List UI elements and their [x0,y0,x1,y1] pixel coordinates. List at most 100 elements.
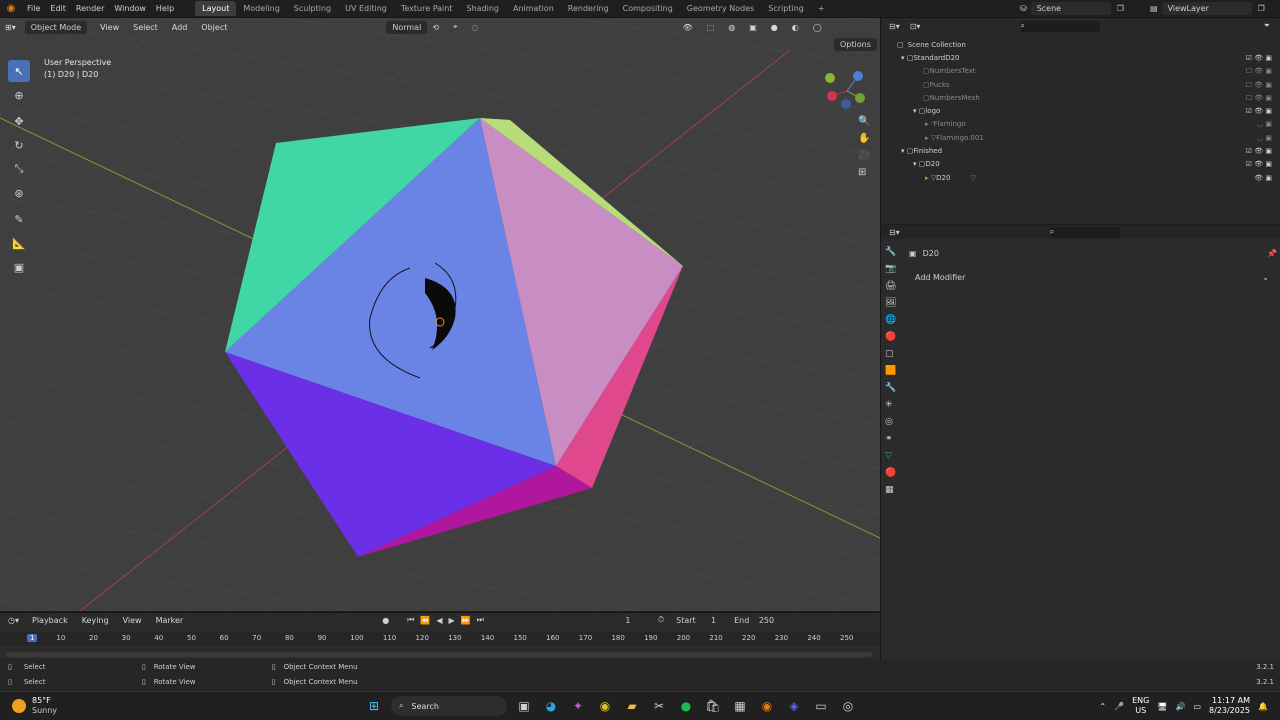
language-indicator[interactable]: ENG US [1132,696,1149,716]
object-tab-icon[interactable]: 🟧 [885,366,896,376]
copy-scene-icon[interactable]: ❐ [1117,4,1124,13]
tree-row-flamingo[interactable]: ▸ ◜ Flamingo ◡ ▣ [881,118,1280,131]
copy-viewlayer-icon[interactable]: ❐ [1258,4,1265,13]
snipping-tool-icon[interactable]: ✂ [649,696,669,716]
transform-orientation-dropdown[interactable]: Normal [386,20,428,34]
tree-row-flamingo-001[interactable]: ▸ ▽ Flamingo.001 ◡ ▣ [881,131,1280,144]
shading-solid-icon[interactable]: ● [766,22,783,33]
record-icon[interactable]: ● [382,616,389,625]
edge-icon[interactable]: ◕ [541,696,561,716]
overlays-icon[interactable]: ◍ [723,22,740,33]
viewlayer-name-field[interactable]: ViewLayer [1161,2,1252,15]
add-cube-tool-icon[interactable]: ▣ [8,256,30,278]
tree-row-finished[interactable]: ▾ ▢ Finished ☑ 👁 ▣ [881,144,1280,157]
tab-geometry-nodes[interactable]: Geometry Nodes [680,1,761,16]
play-icon[interactable]: ▶ [449,616,455,625]
tab-rendering[interactable]: Rendering [561,1,616,16]
menu-render[interactable]: Render [71,4,109,13]
add-workspace-icon[interactable]: + [811,1,832,16]
constraints-tab-icon[interactable]: ⚭ [885,434,896,444]
terminal-icon[interactable]: ▭ [811,696,831,716]
blender-taskbar-icon[interactable]: ◉ [757,696,777,716]
properties-search-input[interactable]: ⌕ [1049,226,1120,238]
weather-widget[interactable]: 85°F Sunny [0,696,57,716]
menu-help[interactable]: Help [151,4,179,13]
scale-tool-icon[interactable]: ⤡ [8,158,30,180]
collection-tab-icon[interactable]: ▢ [885,349,896,359]
tree-row-d20-object[interactable]: ▸ ▽ D20 ▽ 👁 ▣ [881,171,1280,184]
tab-uv-editing[interactable]: UV Editing [338,1,394,16]
notifications-icon[interactable]: 🔔 [1258,702,1268,711]
start-frame-field[interactable]: Start 1 [670,613,723,627]
tab-modeling[interactable]: Modeling [236,1,286,16]
mode-dropdown[interactable]: Object Mode [24,20,88,34]
viewlayer-selector[interactable]: ▤ ViewLayer ❐ [1150,2,1265,15]
tree-row-numberstext[interactable]: ▢ NumbersText ☐ 👁 ▣ [881,65,1280,78]
tab-texture-paint[interactable]: Texture Paint [394,1,460,16]
tab-scripting[interactable]: Scripting [761,1,811,16]
battery-icon[interactable]: ▭ [1193,702,1201,711]
tree-row-scene-collection[interactable]: ▢ Scene Collection [881,38,1280,51]
view-layer-tab-icon[interactable]: 🖼 [885,298,896,308]
menu-view[interactable]: View [95,22,124,33]
shading-material-icon[interactable]: ◐ [787,22,804,33]
discord-icon[interactable]: ◈ [784,696,804,716]
pan-hand-icon[interactable]: ✋ [858,133,870,144]
end-frame-field[interactable]: End 250 [728,613,781,627]
menu-marker[interactable]: Marker [151,615,189,626]
windows-start-icon[interactable]: ⊞ [364,696,384,716]
menu-object[interactable]: Object [196,22,232,33]
rotate-tool-icon[interactable]: ↻ [8,134,30,156]
menu-timeline-view[interactable]: View [118,615,147,626]
select-tool-icon[interactable]: ↖ [8,60,30,82]
microphone-icon[interactable]: 🎤 [1114,702,1124,711]
tab-animation[interactable]: Animation [506,1,561,16]
scene-name-field[interactable]: Scene [1030,2,1111,15]
tree-row-logo[interactable]: ▾ ▢ logo ☑ 👁 ▣ [881,104,1280,117]
tab-layout[interactable]: Layout [195,1,237,16]
tab-compositing[interactable]: Compositing [616,1,680,16]
network-icon[interactable]: 🖥 [1157,702,1167,711]
xray-icon[interactable]: ▣ [744,22,762,33]
timeline-scrollbar[interactable] [6,652,872,657]
blender-logo-icon[interactable]: ◉ [0,3,22,14]
zoom-icon[interactable]: 🔍 [858,116,870,127]
cursor-tool-icon[interactable]: ⊕ [8,84,30,106]
gizmo-toggle-icon[interactable]: ⬚ [702,22,720,33]
volume-icon[interactable]: 🔊 [1175,702,1185,711]
3d-viewport[interactable]: ⊞▾ Object Mode View Select Add Object No… [0,18,880,611]
frame-ruler[interactable]: 1 10 20 30 40 50 60 70 80 90 100 110 120 130 140 150 160… [0,632,880,646]
annotate-tool-icon[interactable]: ✎ [8,208,30,230]
tray-chevron-up-icon[interactable]: ⌃ [1099,702,1106,711]
clock[interactable]: 11:17 AM 8/23/2025 [1209,696,1250,716]
output-tab-icon[interactable]: 🖨 [885,281,896,291]
tree-row-pucks[interactable]: ▢ Pucks ☐ 👁 ▣ [881,78,1280,91]
menu-window[interactable]: Window [109,4,151,13]
shading-rendered-icon[interactable]: ◯ [808,22,827,33]
play-reverse-icon[interactable]: ◀ [436,616,442,625]
jump-start-icon[interactable]: ⏮ [407,615,414,625]
prev-keyframe-icon[interactable]: ⏪ [420,616,430,625]
options-dropdown[interactable]: Options [834,38,877,51]
calculator-icon[interactable]: ▦ [730,696,750,716]
menu-file[interactable]: File [22,4,45,13]
scene-selector[interactable]: ⛁ Scene ❐ [1020,2,1124,15]
navigation-gizmo[interactable] [822,66,872,116]
transform-tool-icon[interactable]: ⊛ [8,182,30,204]
file-explorer-icon[interactable]: ▰ [622,696,642,716]
camera-icon[interactable]: 🎥 [858,150,870,161]
add-modifier-button[interactable]: Add Modifier ⌄ [909,271,1275,284]
menu-playback[interactable]: Playback [27,615,73,626]
spotify-icon[interactable]: ● [676,696,696,716]
task-view-icon[interactable]: ▣ [514,696,534,716]
menu-keying[interactable]: Keying [77,615,114,626]
menu-add[interactable]: Add [167,22,193,33]
physics-tab-icon[interactable]: ◎ [885,417,896,427]
tab-shading[interactable]: Shading [459,1,506,16]
data-tab-icon[interactable]: ▽ [885,451,896,461]
filter-icon[interactable]: ⏷ [1264,21,1270,31]
world-tab-icon[interactable]: 🔴 [885,332,896,342]
outliner-editor-icon[interactable]: ⊟▾ [889,22,900,31]
taskbar-search-box[interactable]: ⌕ Search [391,696,507,716]
orthographic-grid-icon[interactable]: ⊞ [858,167,870,178]
